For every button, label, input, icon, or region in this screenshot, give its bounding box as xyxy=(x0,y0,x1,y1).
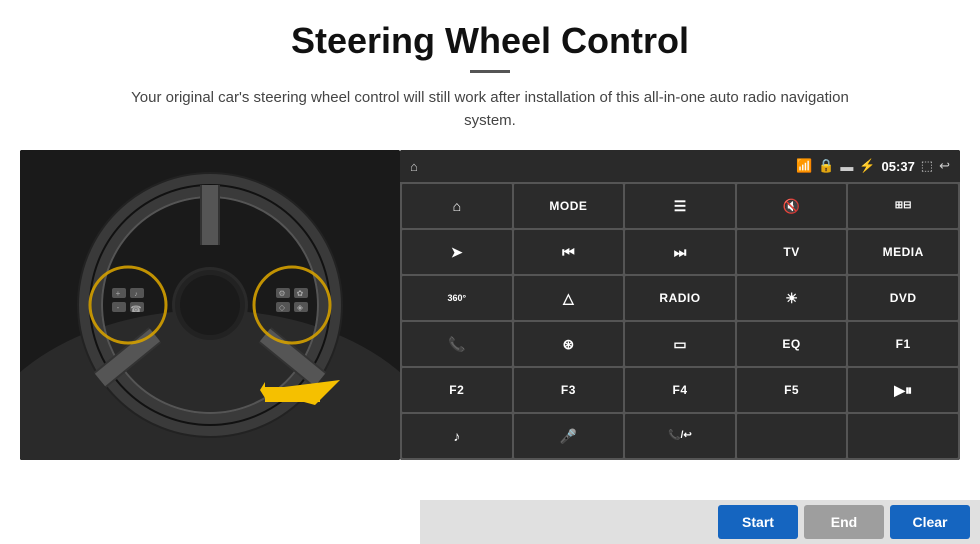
back-icon: ↩ xyxy=(939,158,950,174)
btn-f1[interactable]: F1 xyxy=(848,322,958,366)
page-wrapper: Steering Wheel Control Your original car… xyxy=(0,0,980,544)
btn-dvd[interactable]: DVD xyxy=(848,276,958,320)
cast-icon: ⬚ xyxy=(921,158,933,174)
android-panel: ⌂ 📶 🔒 ▬ ⚡ 05:37 ⬚ ↩ ⌂ MODE ☰ 🔇 xyxy=(400,150,960,460)
btn-mic[interactable]: 🎤 xyxy=(514,414,624,458)
page-subtitle: Your original car's steering wheel contr… xyxy=(110,87,870,132)
status-right: 📶 🔒 ▬ ⚡ 05:37 ⬚ ↩ xyxy=(796,158,950,174)
svg-text:♪: ♪ xyxy=(134,291,138,298)
svg-text:+: + xyxy=(116,289,121,298)
btn-music[interactable]: ♪ xyxy=(402,414,512,458)
btn-brightness[interactable]: ☀ xyxy=(737,276,847,320)
lock-icon: 🔒 xyxy=(818,158,834,174)
button-grid: ⌂ MODE ☰ 🔇 ⊞⊟ ➤ ⏮ ⏭ TV MEDIA 360° △ RADI… xyxy=(400,182,960,460)
svg-text:⚙: ⚙ xyxy=(278,289,285,298)
btn-phone[interactable]: 📞 xyxy=(402,322,512,366)
btn-empty2 xyxy=(848,414,958,458)
svg-text:◈: ◈ xyxy=(297,303,304,312)
btn-list[interactable]: ☰ xyxy=(625,184,735,228)
start-button[interactable]: Start xyxy=(718,505,798,539)
btn-home[interactable]: ⌂ xyxy=(402,184,512,228)
svg-text:-: - xyxy=(117,303,120,312)
btn-f4[interactable]: F4 xyxy=(625,368,735,412)
sd-icon: ▬ xyxy=(840,159,853,174)
btn-nav[interactable]: ➤ xyxy=(402,230,512,274)
status-bar: ⌂ 📶 🔒 ▬ ⚡ 05:37 ⬚ ↩ xyxy=(400,150,960,182)
btn-playpause[interactable]: ▶⏸ xyxy=(848,368,958,412)
steering-wheel-image: + - ♪ ☎ ⚙ ◇ ✿ ◈ xyxy=(20,150,400,460)
btn-empty1 xyxy=(737,414,847,458)
btn-360[interactable]: 360° xyxy=(402,276,512,320)
bottom-bar: Start End Clear xyxy=(420,500,980,544)
btn-radio[interactable]: RADIO xyxy=(625,276,735,320)
status-time: 05:37 xyxy=(882,159,915,174)
btn-f3[interactable]: F3 xyxy=(514,368,624,412)
bluetooth-icon: ⚡ xyxy=(859,158,875,174)
btn-eq[interactable]: EQ xyxy=(737,322,847,366)
btn-mode[interactable]: MODE xyxy=(514,184,624,228)
svg-text:◇: ◇ xyxy=(279,303,286,312)
btn-screen[interactable]: ▭ xyxy=(625,322,735,366)
btn-eject[interactable]: △ xyxy=(514,276,624,320)
btn-apps[interactable]: ⊞⊟ xyxy=(848,184,958,228)
home-status-icon: ⌂ xyxy=(410,159,418,174)
btn-gps[interactable]: ⊛ xyxy=(514,322,624,366)
end-button[interactable]: End xyxy=(804,505,884,539)
wifi-icon: 📶 xyxy=(796,158,812,174)
btn-next[interactable]: ⏭ xyxy=(625,230,735,274)
btn-f5[interactable]: F5 xyxy=(737,368,847,412)
content-row: + - ♪ ☎ ⚙ ◇ ✿ ◈ xyxy=(20,150,960,460)
status-left: ⌂ xyxy=(410,159,418,174)
svg-text:☎: ☎ xyxy=(130,304,141,314)
btn-tv[interactable]: TV xyxy=(737,230,847,274)
page-title: Steering Wheel Control xyxy=(291,20,689,62)
btn-media[interactable]: MEDIA xyxy=(848,230,958,274)
clear-button[interactable]: Clear xyxy=(890,505,970,539)
btn-prev[interactable]: ⏮ xyxy=(514,230,624,274)
btn-call-end[interactable]: 📞/↩ xyxy=(625,414,735,458)
title-divider xyxy=(470,70,510,73)
svg-text:✿: ✿ xyxy=(297,289,304,298)
btn-mute[interactable]: 🔇 xyxy=(737,184,847,228)
btn-f2[interactable]: F2 xyxy=(402,368,512,412)
